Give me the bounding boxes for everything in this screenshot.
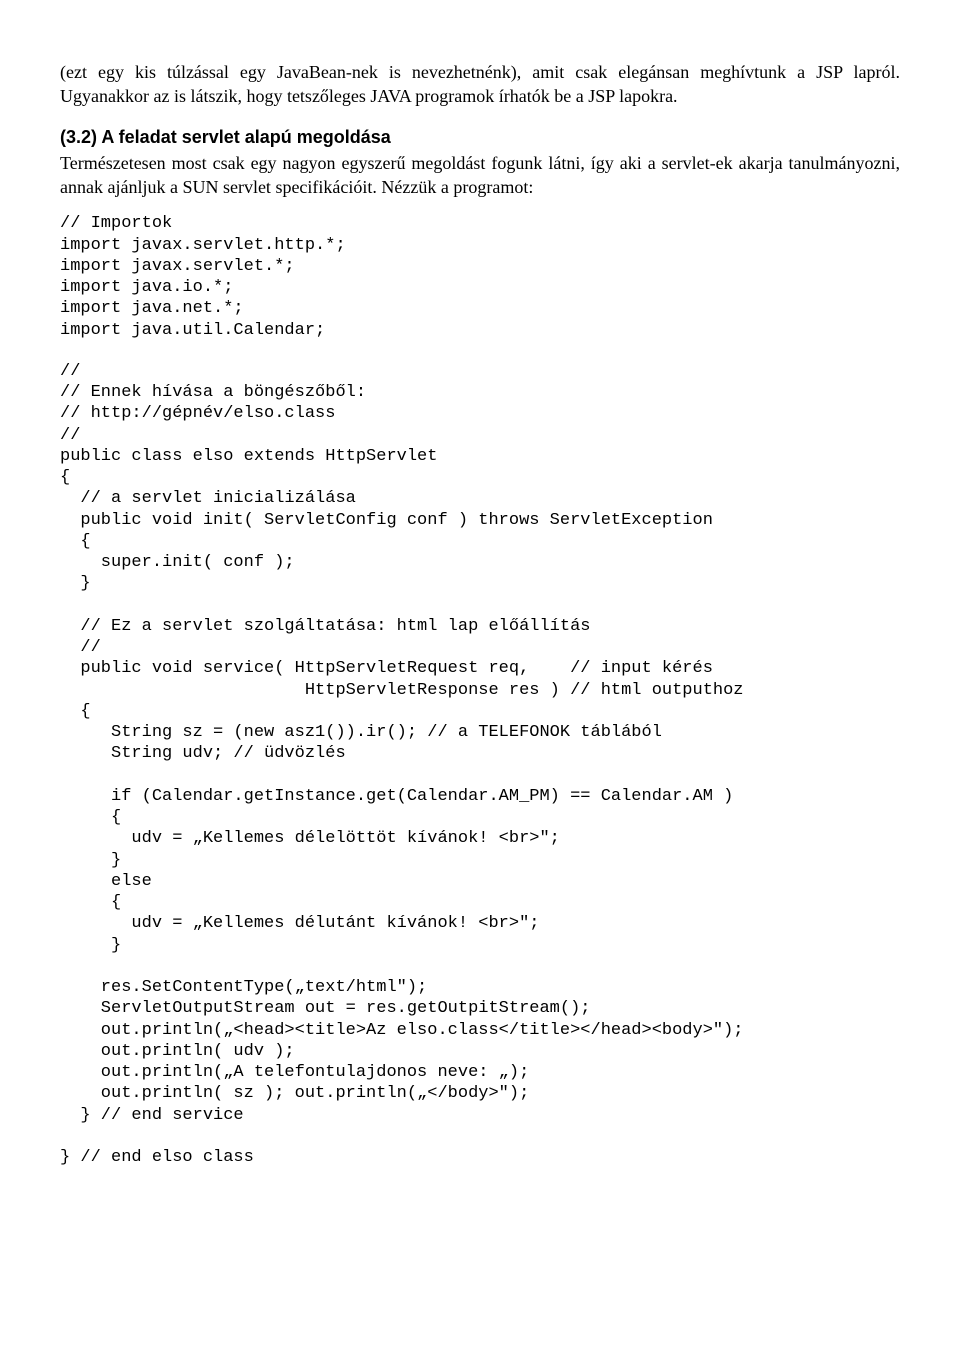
spacer: [60, 341, 900, 361]
code-block-imports: // Importok import javax.servlet.http.*;…: [60, 213, 900, 341]
intro-paragraph: (ezt egy kis túlzással egy JavaBean-nek …: [60, 60, 900, 109]
desc-paragraph: Természetesen most csak egy nagyon egysz…: [60, 151, 900, 200]
code-block-class: // // Ennek hívása a böngészőből: // htt…: [60, 361, 900, 1169]
section-heading: (3.2) A feladat servlet alapú megoldása: [60, 125, 900, 149]
